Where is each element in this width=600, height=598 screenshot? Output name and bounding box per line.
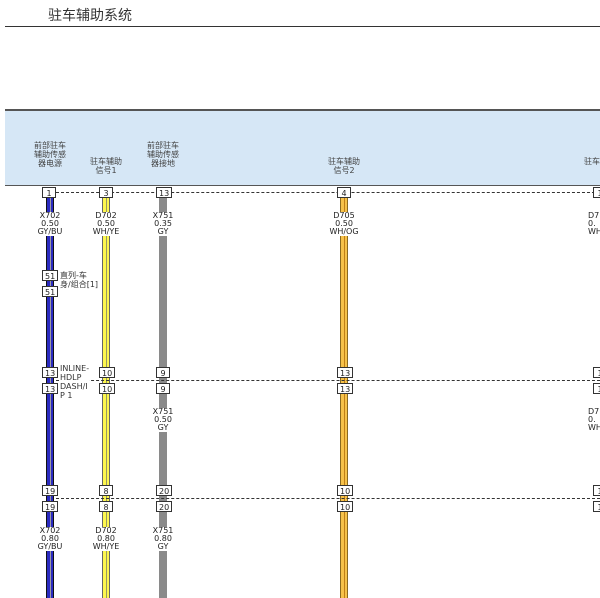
connector-pin: 1 [593, 485, 600, 496]
connector-line-top [56, 192, 600, 193]
connector-pin: 13 [337, 367, 354, 378]
connector-pin: 9 [156, 383, 170, 394]
connector-line-bottom [56, 498, 600, 499]
connector-pin: 8 [99, 485, 113, 496]
wire-label: D7 0. WH [588, 407, 600, 432]
connector-pin: 13 [42, 367, 59, 378]
connector-pin: 10 [99, 367, 116, 378]
connector-pin: 1 [593, 187, 600, 198]
connector-pin: 4 [337, 187, 351, 198]
inline-pin: 51 [42, 270, 59, 281]
connector-pin: 13 [156, 187, 173, 198]
wire-label: X751 0.50 GY [146, 408, 180, 432]
connector-pin: 13 [337, 383, 354, 394]
wire-d705 [340, 197, 348, 598]
header-label-signal-2: 驻车辅助 信号2 [328, 157, 360, 175]
connector-pin: 1 [42, 187, 56, 198]
connector-line-mid [56, 380, 600, 381]
connector-pin: 20 [156, 485, 173, 496]
header-label-partial: 驻车 [584, 157, 600, 166]
connector-pin: 8 [99, 501, 113, 512]
inline-connector-label: INLINE- HDLP DASH/I P 1 [60, 364, 90, 400]
connector-pin: 9 [156, 367, 170, 378]
header-label-sensor-ground: 前部驻车 辅助传感 器接地 [147, 141, 179, 168]
connector-pin: 20 [156, 501, 173, 512]
wire-label: X751 0.80 GY [146, 527, 180, 551]
wire-label: X702 0.50 GY/BU [33, 212, 67, 236]
connector-pin: 10 [337, 501, 354, 512]
header-label-signal-1: 驻车辅助 信号1 [90, 157, 122, 175]
wire-label: D702 0.80 WH/YE [89, 527, 123, 551]
connector-pin: 10 [337, 485, 354, 496]
connector-pin: 1 [593, 383, 600, 394]
page-title: 驻车辅助系统 [48, 8, 132, 24]
connector-pin: 3 [99, 187, 113, 198]
wire-label: D702 0.50 WH/YE [89, 212, 123, 236]
inline-pin: 51 [42, 286, 59, 297]
wire-label: D705 0.50 WH/OG [327, 212, 361, 236]
connector-pin: 13 [42, 383, 59, 394]
header-label-sensor-power: 前部驻车 辅助传感 器电源 [34, 141, 66, 168]
wire-label: X702 0.80 GY/BU [33, 527, 67, 551]
inline-connector-label: 直列-车 身/组合[1] [60, 271, 99, 289]
connector-pin: 1 [593, 367, 600, 378]
connector-pin: 1 [593, 501, 600, 512]
wire-label: X751 0.35 GY [146, 212, 180, 236]
connector-pin: 19 [42, 501, 59, 512]
wire-label: D7 0. WH [588, 211, 600, 236]
title-divider [5, 26, 600, 27]
connector-pin: 19 [42, 485, 59, 496]
connector-pin: 10 [99, 383, 116, 394]
